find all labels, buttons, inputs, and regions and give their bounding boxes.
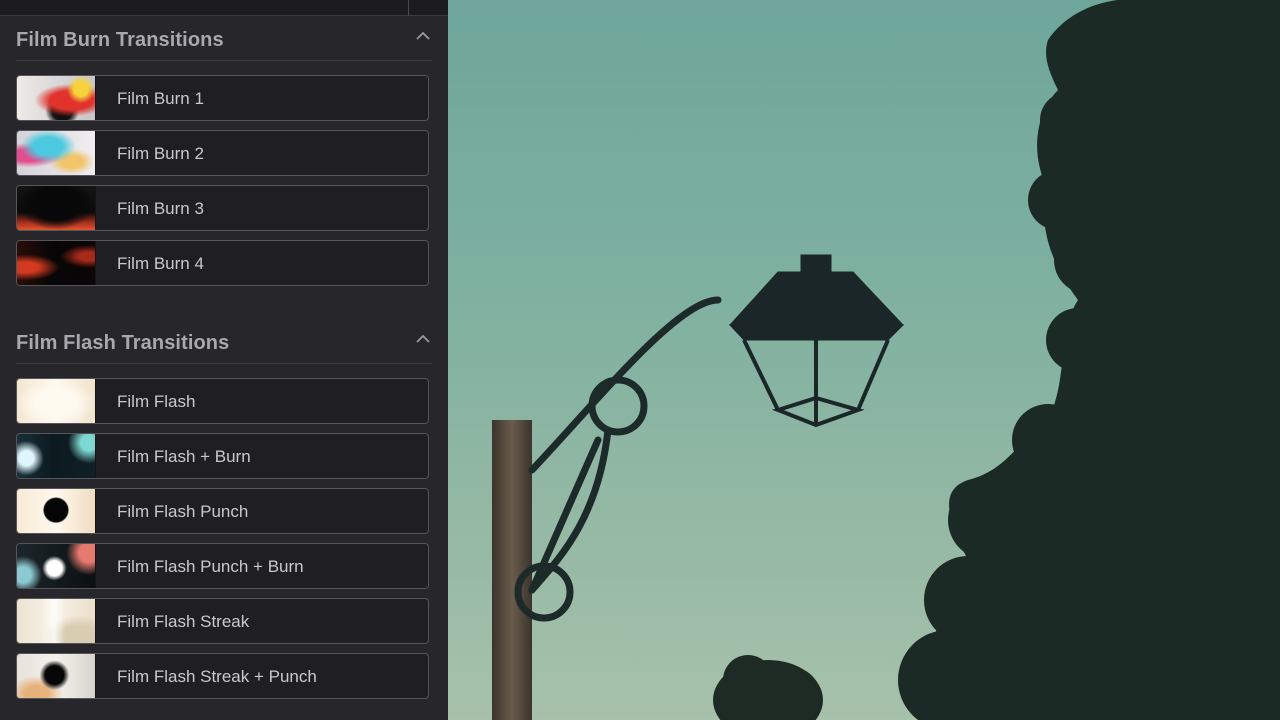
panel-top-bar [0, 0, 448, 16]
list-item-film-burn-4[interactable]: Film Burn 4 [16, 240, 429, 286]
list-item-film-flash-punch-burn[interactable]: Film Flash Punch + Burn [16, 543, 429, 589]
list-item-film-flash-punch[interactable]: Film Flash Punch [16, 488, 429, 534]
item-label: Film Flash Streak [117, 612, 250, 631]
list-item-film-flash-streak-punch[interactable]: Film Flash Streak + Punch [16, 653, 429, 699]
item-label: Film Flash + Burn [117, 447, 251, 466]
item-label: Film Burn 3 [117, 199, 204, 218]
transition-thumbnail [17, 186, 96, 230]
video-preview [448, 0, 1280, 720]
list-item-film-burn-2[interactable]: Film Burn 2 [16, 130, 429, 176]
list-item-film-flash[interactable]: Film Flash [16, 378, 429, 424]
list-item-film-flash-streak[interactable]: Film Flash Streak [16, 598, 429, 644]
list-item-film-burn-1[interactable]: Film Burn 1 [16, 75, 429, 121]
item-label: Film Burn 2 [117, 144, 204, 163]
transition-thumbnail [17, 76, 96, 120]
section-header-film-flash[interactable]: Film Flash Transitions [16, 320, 432, 364]
section-header-film-burn[interactable]: Film Burn Transitions [16, 17, 432, 61]
item-label: Film Flash Streak + Punch [117, 667, 317, 686]
item-label: Film Flash Punch + Burn [117, 557, 304, 576]
transitions-panel: Film Burn Transitions Film Burn 1 Film B… [0, 0, 448, 720]
top-bar-divider [408, 0, 409, 16]
section-title: Film Burn Transitions [16, 29, 224, 51]
transition-thumbnail [17, 241, 96, 285]
list-item-film-burn-3[interactable]: Film Burn 3 [16, 185, 429, 231]
item-label: Film Flash [117, 392, 196, 411]
transition-thumbnail [17, 599, 96, 643]
list-item-film-flash-burn[interactable]: Film Flash + Burn [16, 433, 429, 479]
chevron-up-icon[interactable] [414, 27, 432, 45]
transition-thumbnail [17, 544, 96, 588]
preview-image [492, 0, 1280, 720]
item-label: Film Burn 4 [117, 254, 204, 273]
transition-thumbnail [17, 654, 96, 698]
chevron-up-icon[interactable] [414, 330, 432, 348]
transition-thumbnail [17, 131, 96, 175]
section-title: Film Flash Transitions [16, 332, 230, 354]
item-label: Film Burn 1 [117, 89, 204, 108]
transition-thumbnail [17, 489, 96, 533]
transition-thumbnail [17, 379, 96, 423]
transition-thumbnail [17, 434, 96, 478]
item-label: Film Flash Punch [117, 502, 249, 521]
